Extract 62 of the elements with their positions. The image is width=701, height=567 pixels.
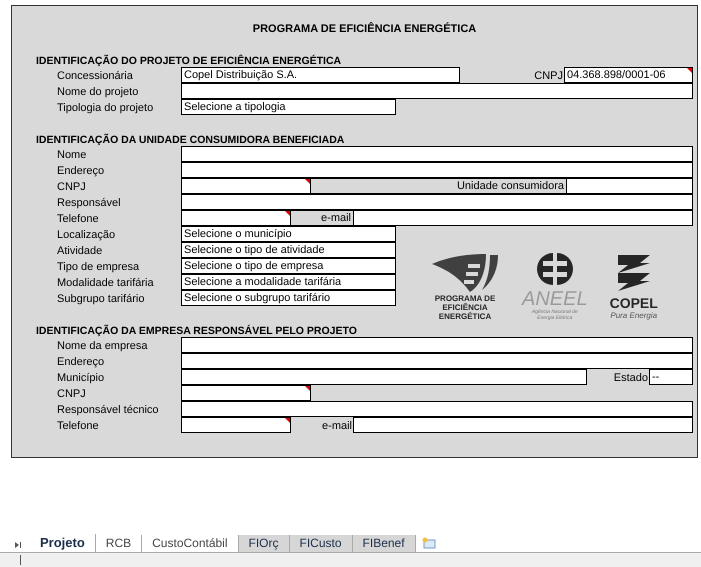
input-field[interactable] [181,353,693,369]
sheet-tab[interactable]: FIOrç [238,535,290,552]
field-label: Município [56,371,106,386]
field-label: Localização [56,228,116,243]
field-label: Nome do projeto [56,85,140,100]
field-label: Nome [56,148,88,163]
dropdown-field[interactable]: Selecione o subgrupo tarifário [181,290,396,306]
sheet-tab[interactable]: RCB [96,535,142,552]
input-field[interactable] [181,337,693,353]
sheet-tab[interactable]: FIBenef [352,535,416,552]
field-caption: CNPJ [533,69,564,84]
field-caption: Estado [612,371,649,386]
input-field[interactable] [566,178,693,194]
sheet-tab[interactable]: FICusto [290,535,353,552]
input-field[interactable] [181,178,311,194]
logo-caption: Pura Energia [610,311,658,321]
input-field[interactable] [181,401,693,417]
logo-caption: ENERGÉTICA [438,312,492,321]
input-field[interactable] [353,417,693,433]
field-label: CNPJ [56,387,87,402]
field-label: Endereço [56,355,106,370]
field-caption: e-mail [321,419,353,434]
input-field[interactable] [181,146,693,162]
input-field[interactable] [353,210,693,226]
logo-caption: PROGRAMA DE [434,294,496,303]
section-heading: IDENTIFICAÇÃO DA UNIDADE CONSUMIDORA BENEFICIADA [36,133,346,147]
field-label: Concessionária [56,69,134,84]
input-field[interactable] [181,369,587,385]
field-label: Endereço [56,164,106,179]
field-label: Atividade [56,244,104,259]
input-field[interactable] [181,194,693,210]
input-field[interactable]: 04.368.898/0001-06 [564,67,693,83]
logo-caption: EFICIÊNCIA [442,303,488,312]
input-field[interactable] [181,417,291,433]
logo-name: ANEEL [522,289,588,309]
shield-logo-icon [430,252,500,292]
dropdown-field[interactable]: Selecione o tipo de atividade [181,242,396,258]
input-field[interactable] [181,210,291,226]
input-field[interactable]: Copel Distribuição S.A. [181,67,460,83]
field-label: Tipologia do projeto [56,101,154,116]
logo-name: COPEL [610,295,658,311]
field-label: Responsável técnico [56,403,160,418]
input-field[interactable]: -- [649,369,693,385]
field-caption: Unidade consumidora [310,178,567,194]
input-field[interactable] [181,385,311,401]
field-label: CNPJ [56,180,87,195]
field-label: Modalidade tarifária [56,276,155,291]
dropdown-field[interactable]: Selecione o tipo de empresa [181,258,396,274]
field-label: Nome da empresa [56,339,148,354]
form-title: PROGRAMA DE EFICIÊNCIA ENERGÉTICA [252,23,478,35]
section-heading: IDENTIFICAÇÃO DA EMPRESA RESPONSÁVEL PELO PROJETO [36,324,358,338]
dropdown-field[interactable]: Selecione a modalidade tarifária [181,274,396,290]
input-field[interactable] [181,83,693,99]
dropdown-field[interactable]: Selecione o município [181,226,396,242]
field-label: Telefone [56,419,100,434]
field-label: Telefone [56,212,100,227]
field-label: Responsável [56,196,122,211]
input-field[interactable] [181,162,693,178]
dropdown-field[interactable]: Selecione a tipologia [181,99,396,115]
field-label: Tipo de empresa [56,260,140,275]
section-heading: IDENTIFICAÇÃO DO PROJETO DE EFICIÊNCIA ENERGÉTICA [36,54,342,68]
field-label: Subgrupo tarifário [56,292,146,307]
